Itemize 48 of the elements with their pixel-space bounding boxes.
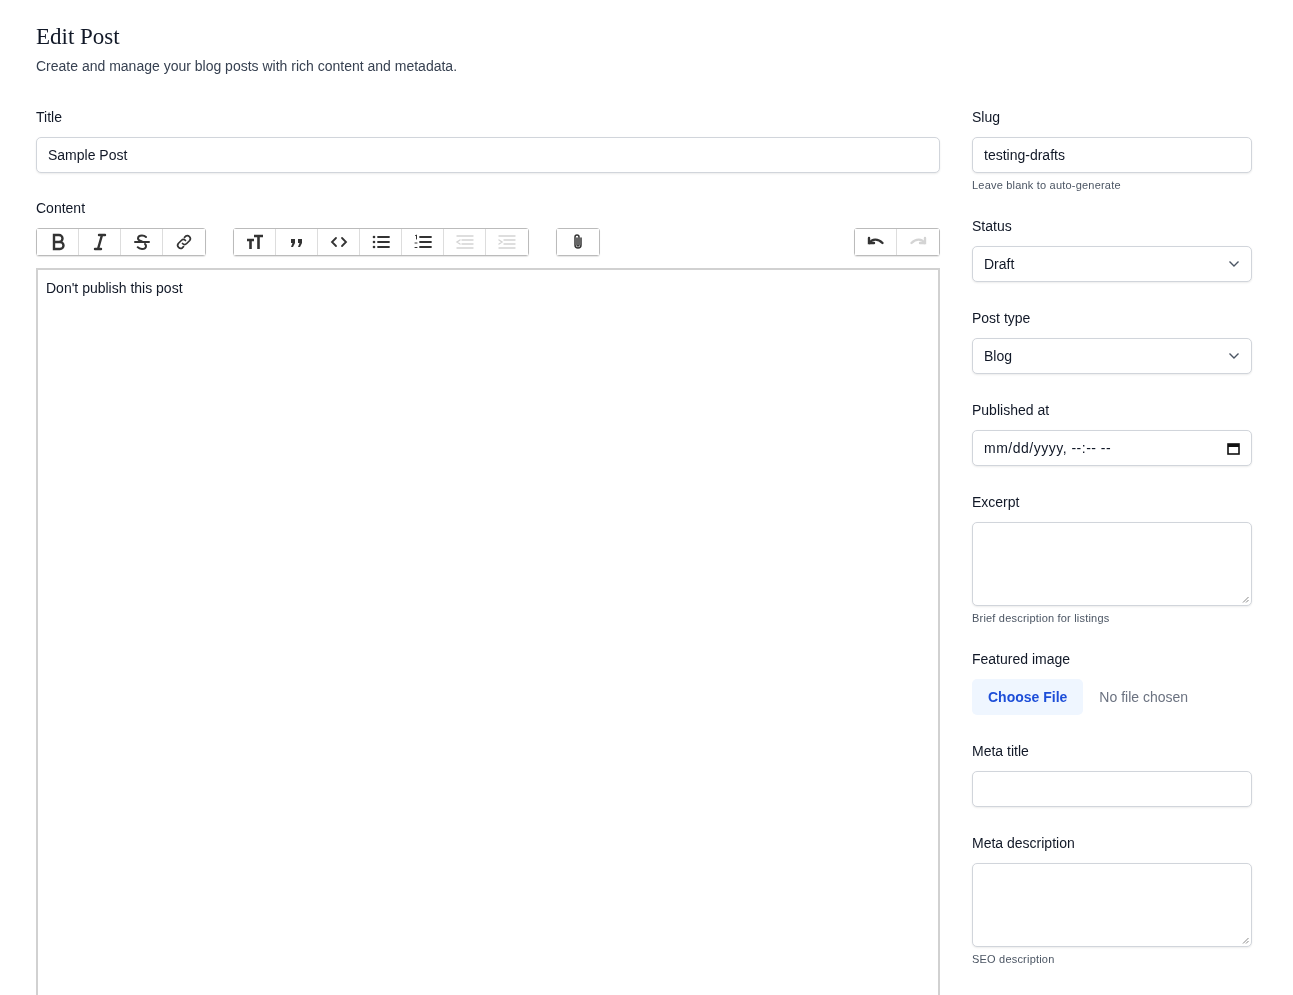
field-label: Meta title (972, 742, 1030, 760)
toolbar-button[interactable] (855, 229, 897, 255)
field-hint: SEO description (972, 953, 1056, 965)
toolbar-button[interactable] (79, 229, 121, 255)
select-dropdown[interactable]: Blog (972, 338, 1252, 374)
field-hint: Leave blank to auto-generate (972, 179, 1122, 191)
toolbar-button[interactable] (37, 229, 79, 255)
resize-handle-icon[interactable] (1242, 937, 1249, 944)
field-label: Featured image (972, 650, 1072, 668)
field-label: Excerpt (972, 493, 1021, 511)
title-input[interactable]: Sample Post (36, 137, 940, 173)
textarea-input[interactable] (972, 863, 1252, 947)
select-dropdown[interactable]: Draft (972, 246, 1252, 282)
textarea-input[interactable] (972, 522, 1252, 606)
toolbar-button[interactable] (276, 229, 318, 255)
toolbar-button[interactable] (234, 229, 276, 255)
calendar-icon[interactable] (1227, 441, 1240, 455)
field-label: Slug (972, 108, 1002, 126)
field-label: Meta description (972, 834, 1076, 852)
field-label: Title (36, 108, 63, 126)
toolbar-button[interactable] (360, 229, 402, 255)
toolbar-button[interactable] (121, 229, 163, 255)
field-label: Post type (972, 309, 1032, 327)
choose-file-button[interactable]: Choose File (972, 679, 1084, 715)
chevron-down-icon (1228, 352, 1240, 360)
link-icon (174, 232, 194, 252)
toolbar-button[interactable] (557, 229, 599, 255)
text-input[interactable] (972, 771, 1252, 807)
datetime-input[interactable]: mm/dd/yyyy, --:-- -- (972, 430, 1252, 466)
text-size-icon (244, 232, 265, 252)
page-subtitle: Create and manage your blog posts with rich content and metadata. (36, 58, 459, 74)
page-title: Edit Post (36, 23, 121, 51)
field-label: Status (972, 217, 1013, 235)
resize-handle-icon[interactable] (1242, 596, 1249, 603)
toolbar-button[interactable] (163, 229, 205, 255)
field-label: Content (36, 199, 87, 217)
editor-text: Don't publish this post (46, 280, 183, 296)
toolbar-button[interactable] (318, 229, 360, 255)
text-input[interactable]: testing-drafts (972, 137, 1252, 173)
file-status: No file chosen (1099, 689, 1189, 705)
toolbar-button[interactable] (402, 229, 444, 255)
chevron-down-icon (1228, 260, 1240, 268)
field-hint: Brief description for listings (972, 612, 1111, 624)
content-editor[interactable]: Don't publish this post (36, 268, 940, 995)
strikethrough-icon (131, 232, 152, 252)
field-label: Published at (972, 401, 1051, 419)
outdent-icon (454, 232, 475, 252)
indent-icon (497, 232, 517, 252)
